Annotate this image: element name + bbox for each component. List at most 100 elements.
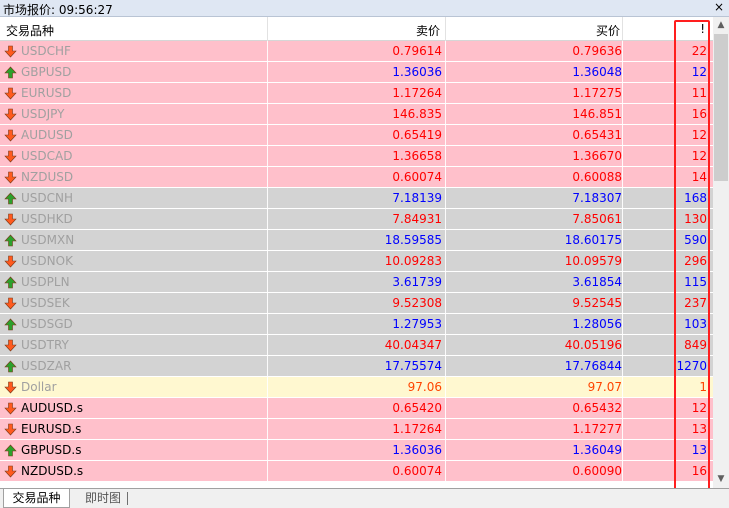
cell-divider bbox=[445, 167, 446, 188]
cell-divider bbox=[267, 188, 268, 209]
spread-value: 13 bbox=[691, 422, 707, 436]
table-row[interactable]: USDSEK 9.52308 9.52545 237 bbox=[0, 293, 713, 314]
column-divider[interactable] bbox=[445, 17, 446, 41]
cell-divider bbox=[267, 314, 268, 335]
bid-price: 97.06 bbox=[407, 380, 442, 394]
table-row[interactable]: USDSGD 1.27953 1.28056 103 bbox=[0, 314, 713, 335]
symbol-name: EURUSD bbox=[21, 86, 72, 100]
bid-price: 0.65420 bbox=[392, 401, 442, 415]
arrow-up-icon bbox=[4, 192, 17, 205]
cell-divider bbox=[267, 440, 268, 461]
cell-divider bbox=[445, 209, 446, 230]
spread-value: 12 bbox=[691, 128, 707, 142]
symbol-name: USDSEK bbox=[21, 296, 70, 310]
table-row[interactable]: GBPUSD.s 1.36036 1.36049 13 bbox=[0, 440, 713, 461]
table-row[interactable]: USDZAR 17.75574 17.76844 1270 bbox=[0, 356, 713, 377]
arrow-down-icon bbox=[4, 129, 17, 142]
bottom-tab-bar: 交易品种 即时图 bbox=[0, 488, 729, 508]
arrow-down-icon bbox=[4, 381, 17, 394]
cell-divider bbox=[622, 335, 623, 356]
spread-value: 130 bbox=[684, 212, 707, 226]
table-row[interactable]: EURUSD 1.17264 1.17275 11 bbox=[0, 83, 713, 104]
bid-price: 0.60074 bbox=[392, 170, 442, 184]
table-row[interactable]: USDCAD 1.36658 1.36670 12 bbox=[0, 146, 713, 167]
header-ask[interactable]: 买价 bbox=[596, 22, 620, 39]
ask-price: 1.36048 bbox=[572, 65, 622, 79]
symbol-name: EURUSD.s bbox=[21, 422, 82, 436]
tab-symbols[interactable]: 交易品种 bbox=[3, 489, 70, 508]
table-row[interactable]: USDJPY 146.835 146.851 16 bbox=[0, 104, 713, 125]
scroll-thumb[interactable] bbox=[714, 34, 728, 181]
ask-price: 97.07 bbox=[587, 380, 622, 394]
table-row[interactable]: AUDUSD.s 0.65420 0.65432 12 bbox=[0, 398, 713, 419]
column-divider[interactable] bbox=[267, 17, 268, 41]
cell-divider bbox=[267, 272, 268, 293]
cell-divider bbox=[445, 293, 446, 314]
arrow-up-icon bbox=[4, 276, 17, 289]
ask-price: 10.09579 bbox=[564, 254, 622, 268]
ask-price: 1.28056 bbox=[572, 317, 622, 331]
ask-price: 7.85061 bbox=[572, 212, 622, 226]
table-row[interactable]: EURUSD.s 1.17264 1.17277 13 bbox=[0, 419, 713, 440]
bid-price: 40.04347 bbox=[384, 338, 442, 352]
symbol-name: USDNOK bbox=[21, 254, 73, 268]
cell-divider bbox=[267, 398, 268, 419]
table-row[interactable]: Dollar 97.06 97.07 1 bbox=[0, 377, 713, 398]
cell-divider bbox=[445, 356, 446, 377]
tab-tick-chart[interactable]: 即时图 bbox=[78, 489, 128, 508]
header-symbol[interactable]: 交易品种 bbox=[6, 22, 54, 39]
close-icon[interactable]: × bbox=[714, 0, 724, 14]
table-row[interactable]: USDPLN 3.61739 3.61854 115 bbox=[0, 272, 713, 293]
spread-value: 11 bbox=[691, 86, 707, 100]
ask-price: 9.52545 bbox=[572, 296, 622, 310]
symbol-name: USDHKD bbox=[21, 212, 73, 226]
table-row[interactable]: USDTRY 40.04347 40.05196 849 bbox=[0, 335, 713, 356]
ask-price: 17.76844 bbox=[564, 359, 622, 373]
header-bid[interactable]: 卖价 bbox=[416, 22, 440, 39]
ask-price: 3.61854 bbox=[572, 275, 622, 289]
ask-price: 7.18307 bbox=[572, 191, 622, 205]
arrow-down-icon bbox=[4, 255, 17, 268]
table-row[interactable]: GBPUSD 1.36036 1.36048 12 bbox=[0, 62, 713, 83]
table-row[interactable]: USDMXN 18.59585 18.60175 590 bbox=[0, 230, 713, 251]
cell-divider bbox=[622, 230, 623, 251]
cell-divider bbox=[445, 230, 446, 251]
header-spread[interactable]: ! bbox=[700, 22, 705, 36]
table-row[interactable]: AUDUSD 0.65419 0.65431 12 bbox=[0, 125, 713, 146]
scroll-down-icon[interactable]: ▼ bbox=[713, 471, 729, 488]
bid-price: 0.65419 bbox=[392, 128, 442, 142]
table-row[interactable]: USDNOK 10.09283 10.09579 296 bbox=[0, 251, 713, 272]
ask-price: 0.65431 bbox=[572, 128, 622, 142]
symbol-name: AUDUSD bbox=[21, 128, 73, 142]
table-row[interactable]: NZDUSD.s 0.60074 0.60090 16 bbox=[0, 461, 713, 482]
arrow-down-icon bbox=[4, 465, 17, 478]
spread-value: 849 bbox=[684, 338, 707, 352]
cell-divider bbox=[622, 419, 623, 440]
bid-price: 10.09283 bbox=[384, 254, 442, 268]
table-row[interactable]: USDHKD 7.84931 7.85061 130 bbox=[0, 209, 713, 230]
column-divider[interactable] bbox=[622, 17, 623, 41]
cell-divider bbox=[622, 104, 623, 125]
symbol-name: GBPUSD bbox=[21, 65, 72, 79]
arrow-up-icon bbox=[4, 66, 17, 79]
cell-divider bbox=[445, 62, 446, 83]
spread-value: 296 bbox=[684, 254, 707, 268]
scroll-up-icon[interactable]: ▲ bbox=[713, 17, 729, 34]
spread-value: 22 bbox=[691, 44, 707, 58]
vertical-scrollbar[interactable]: ▲ ▼ bbox=[713, 17, 729, 488]
cell-divider bbox=[267, 251, 268, 272]
cell-divider bbox=[622, 167, 623, 188]
spread-value: 13 bbox=[691, 443, 707, 457]
bid-price: 1.36036 bbox=[392, 443, 442, 457]
cell-divider bbox=[622, 314, 623, 335]
spread-value: 1 bbox=[699, 380, 707, 394]
table-row[interactable]: NZDUSD 0.60074 0.60088 14 bbox=[0, 167, 713, 188]
bid-price: 17.75574 bbox=[384, 359, 442, 373]
ask-price: 18.60175 bbox=[564, 233, 622, 247]
spread-value: 16 bbox=[691, 464, 707, 478]
table-row[interactable]: USDCHF 0.79614 0.79636 22 bbox=[0, 41, 713, 62]
arrow-up-icon bbox=[4, 234, 17, 247]
market-watch-table: 交易品种 卖价 买价 ! USDCHF 0.79614 0.79636 22 GBPUS… bbox=[0, 17, 713, 488]
cell-divider bbox=[267, 83, 268, 104]
table-row[interactable]: USDCNH 7.18139 7.18307 168 bbox=[0, 188, 713, 209]
